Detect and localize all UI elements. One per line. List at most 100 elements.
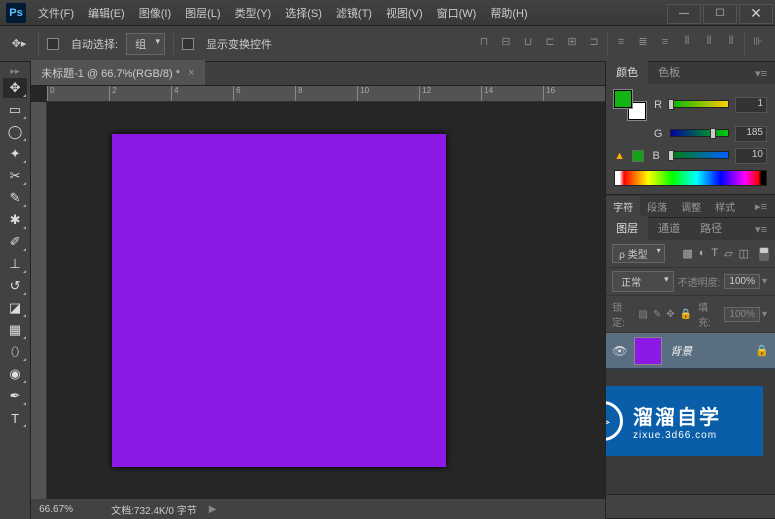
filter-shape-icon[interactable]: ▱ <box>724 247 732 260</box>
lasso-tool[interactable]: ◯ <box>3 122 27 142</box>
history-brush-tool[interactable]: ↺ <box>3 276 27 296</box>
fg-bg-swatches[interactable] <box>614 90 646 120</box>
layer-footer <box>606 494 775 518</box>
menu-select[interactable]: 选择(S) <box>279 1 328 25</box>
marquee-tool[interactable]: ▭ <box>3 100 27 120</box>
panel-menu-icon[interactable]: ▾≡ <box>747 63 775 84</box>
panels: 颜色 色板 ▾≡ R 1 G 185 <box>605 62 775 519</box>
tab-styles[interactable]: 样式 <box>708 196 742 217</box>
align-vcenter-icon[interactable]: ⊟ <box>497 33 515 51</box>
distribute-left-icon[interactable]: ⦀ <box>678 33 696 51</box>
toolbox-grip[interactable]: ▸▸ <box>0 66 30 76</box>
doc-info[interactable]: 文档:732.4K/0 字节 <box>111 502 197 517</box>
tab-color[interactable]: 颜色 <box>606 60 648 84</box>
eraser-tool[interactable]: ◪ <box>3 298 27 318</box>
align-left-icon[interactable]: ⊏ <box>541 33 559 51</box>
panel-menu-icon[interactable]: ▾≡ <box>747 219 775 240</box>
distribute-right-icon[interactable]: ⦀ <box>722 33 740 51</box>
foreground-swatch[interactable] <box>614 90 632 108</box>
align-bottom-icon[interactable]: ⊔ <box>519 33 537 51</box>
fill-value[interactable]: 100% <box>724 307 760 322</box>
visibility-icon[interactable]: 👁 <box>612 344 626 358</box>
clone-stamp-tool[interactable]: ⊥ <box>3 254 27 274</box>
filter-type-icon[interactable]: T <box>711 247 718 260</box>
lock-all-icon[interactable]: 🔒 <box>680 309 692 320</box>
magic-wand-tool[interactable]: ✦ <box>3 144 27 164</box>
menu-image[interactable]: 图像(I) <box>133 1 177 25</box>
align-top-icon[interactable]: ⊓ <box>475 33 493 51</box>
layer-row[interactable]: 👁 背景 🔒 <box>606 333 775 369</box>
distribute-hcenter-icon[interactable]: ⦀ <box>700 33 718 51</box>
menu-filter[interactable]: 滤镜(T) <box>330 1 378 25</box>
canvas[interactable] <box>112 134 446 467</box>
menu-edit[interactable]: 编辑(E) <box>82 1 131 25</box>
move-tool[interactable]: ✥ <box>3 78 27 98</box>
opacity-value[interactable]: 100% <box>724 274 760 289</box>
brush-tool[interactable]: ✐ <box>3 232 27 252</box>
panel-menu-icon[interactable]: ▸≡ <box>747 196 775 217</box>
menu-window[interactable]: 窗口(W) <box>431 1 483 25</box>
maximize-button[interactable]: ☐ <box>703 4 737 24</box>
watermark-title: 溜溜自学 <box>633 401 721 430</box>
gamut-warning-icon[interactable]: ▲ <box>614 150 626 162</box>
lock-pixels-icon[interactable]: ✎ <box>653 309 661 320</box>
layer-thumbnail[interactable] <box>634 337 662 365</box>
auto-select-checkbox[interactable] <box>47 38 59 50</box>
lock-position-icon[interactable]: ✥ <box>666 309 674 320</box>
auto-select-target-dropdown[interactable]: 组 <box>126 33 165 55</box>
document-tab[interactable]: 未标题-1 @ 66.7%(RGB/8) * × <box>31 60 204 85</box>
spectrum-ramp[interactable] <box>614 170 767 186</box>
doc-info-menu-icon[interactable]: ▶ <box>209 504 217 515</box>
menu-help[interactable]: 帮助(H) <box>484 1 533 25</box>
b-slider[interactable] <box>668 151 729 161</box>
horizontal-ruler[interactable]: 0246810121416 <box>47 86 605 102</box>
layer-list[interactable]: 👁 背景 🔒 ▷ 溜溜自学 zixue.3d66.com <box>606 333 775 494</box>
tab-character[interactable]: 字符 <box>606 196 640 217</box>
align-hcenter-icon[interactable]: ⊞ <box>563 33 581 51</box>
filter-pixel-icon[interactable]: ▩ <box>682 247 692 260</box>
menu-layer[interactable]: 图层(L) <box>179 1 226 25</box>
lock-transparency-icon[interactable]: ▨ <box>638 309 647 320</box>
tab-channels[interactable]: 通道 <box>648 216 690 240</box>
filter-toggle[interactable] <box>759 247 769 261</box>
layer-name[interactable]: 背景 <box>670 343 747 359</box>
dodge-tool[interactable]: ◉ <box>3 364 27 384</box>
align-right-icon[interactable]: ⊐ <box>585 33 603 51</box>
tab-swatches[interactable]: 色板 <box>648 60 690 84</box>
pen-tool[interactable]: ✒ <box>3 386 27 406</box>
canvas-background[interactable] <box>47 102 605 499</box>
crop-tool[interactable]: ✂ <box>3 166 27 186</box>
arrange-icon[interactable]: ⊪ <box>749 33 767 51</box>
type-tool[interactable]: T <box>3 408 27 428</box>
menu-file[interactable]: 文件(F) <box>32 1 80 25</box>
tab-paths[interactable]: 路径 <box>690 216 732 240</box>
zoom-level[interactable]: 66.67% <box>39 504 99 515</box>
r-value[interactable]: 1 <box>735 97 767 113</box>
eyedropper-tool[interactable]: ✎ <box>3 188 27 208</box>
tab-adjustments[interactable]: 调整 <box>674 196 708 217</box>
filter-smart-icon[interactable]: ◫ <box>739 247 749 260</box>
filter-adjust-icon[interactable]: ◐ <box>699 247 706 260</box>
distribute-top-icon[interactable]: ≡ <box>612 33 630 51</box>
menu-type[interactable]: 类型(Y) <box>229 1 278 25</box>
r-slider[interactable] <box>670 100 729 110</box>
close-button[interactable]: ✕ <box>739 4 773 24</box>
tab-layers[interactable]: 图层 <box>606 216 648 240</box>
closest-color-swatch[interactable] <box>632 150 644 162</box>
menu-view[interactable]: 视图(V) <box>380 1 429 25</box>
g-slider[interactable] <box>670 129 729 139</box>
blur-tool[interactable]: ⬯ <box>3 342 27 362</box>
b-value[interactable]: 10 <box>735 148 767 164</box>
tab-paragraph[interactable]: 段落 <box>640 196 674 217</box>
minimize-button[interactable]: — <box>667 4 701 24</box>
show-transform-checkbox[interactable] <box>182 38 194 50</box>
healing-brush-tool[interactable]: ✱ <box>3 210 27 230</box>
g-value[interactable]: 185 <box>735 126 767 142</box>
layer-filter-dropdown[interactable]: ρ 类型 <box>612 244 664 263</box>
close-tab-icon[interactable]: × <box>188 67 194 79</box>
gradient-tool[interactable]: ▦ <box>3 320 27 340</box>
vertical-ruler[interactable] <box>31 102 47 499</box>
distribute-vcenter-icon[interactable]: ≣ <box>634 33 652 51</box>
distribute-bottom-icon[interactable]: ≡ <box>656 33 674 51</box>
blend-mode-dropdown[interactable]: 正常 <box>612 271 673 292</box>
